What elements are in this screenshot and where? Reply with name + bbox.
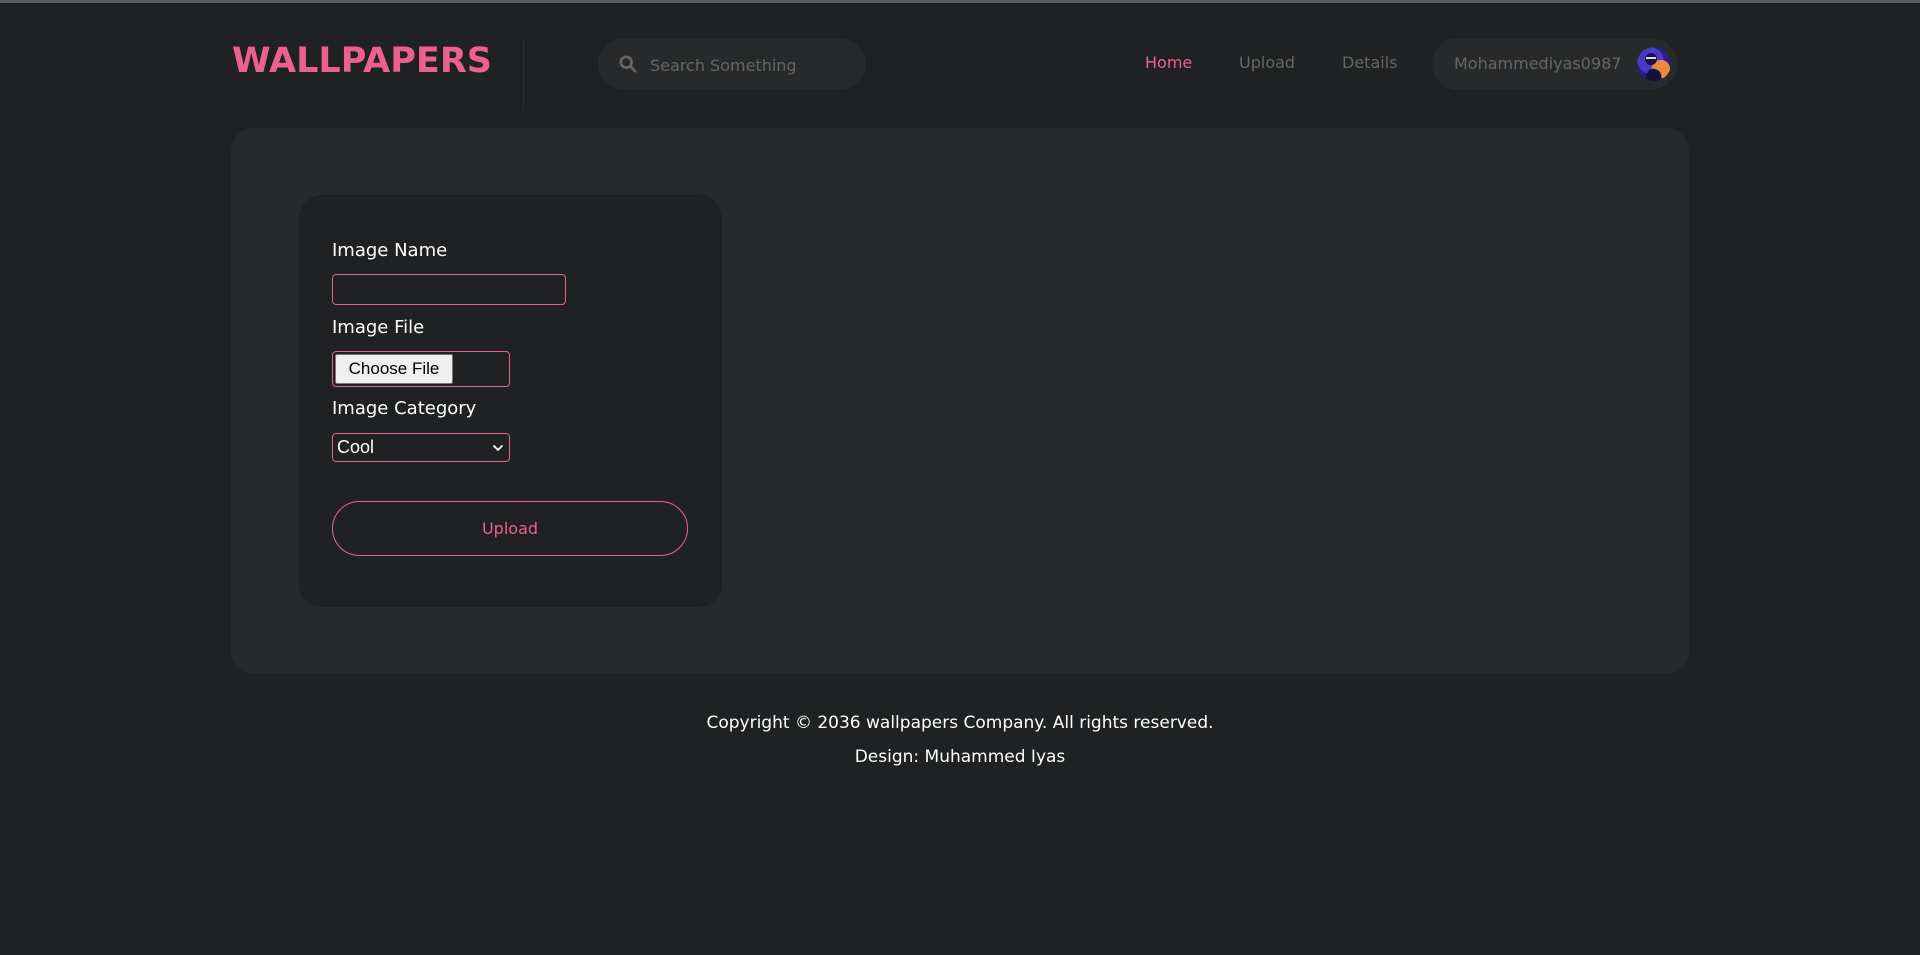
logo-divider [523, 39, 524, 111]
chevron-down-icon [493, 445, 503, 451]
main-panel: Image Name Image File Choose File Image … [231, 128, 1689, 674]
image-category-label: Image Category [332, 398, 477, 419]
image-file-label: Image File [332, 317, 425, 338]
site-logo[interactable]: WALLPAPERS [232, 41, 492, 81]
image-file-input[interactable]: Choose File [332, 351, 510, 387]
choose-file-button[interactable]: Choose File [335, 354, 453, 384]
nav-home[interactable]: Home [1145, 53, 1192, 72]
search-icon[interactable] [619, 55, 637, 73]
site-header: WALLPAPERS Home Upload Details Mohammedi… [0, 3, 1920, 123]
image-name-label: Image Name [332, 240, 448, 261]
copyright-text: Copyright © 2036 wallpapers Company. All… [706, 713, 1214, 733]
upload-form: Image Name Image File Choose File Image … [299, 195, 722, 607]
search-bar [598, 38, 866, 92]
design-credit: Design: Muhammed Iyas [854, 747, 1066, 767]
category-selected-value: Cool [337, 437, 375, 457]
avatar[interactable] [1637, 47, 1671, 81]
search-input[interactable] [648, 38, 857, 92]
upload-button[interactable]: Upload [332, 501, 688, 556]
nav-upload[interactable]: Upload [1239, 53, 1295, 72]
nav-details[interactable]: Details [1342, 53, 1397, 72]
image-category-select[interactable]: Cool [332, 433, 510, 462]
avatar-image [1645, 53, 1662, 81]
image-name-input[interactable] [332, 274, 566, 305]
profile-username: Mohammediyas0987 [1454, 54, 1622, 73]
profile-button[interactable]: Mohammediyas0987 [1432, 38, 1677, 90]
